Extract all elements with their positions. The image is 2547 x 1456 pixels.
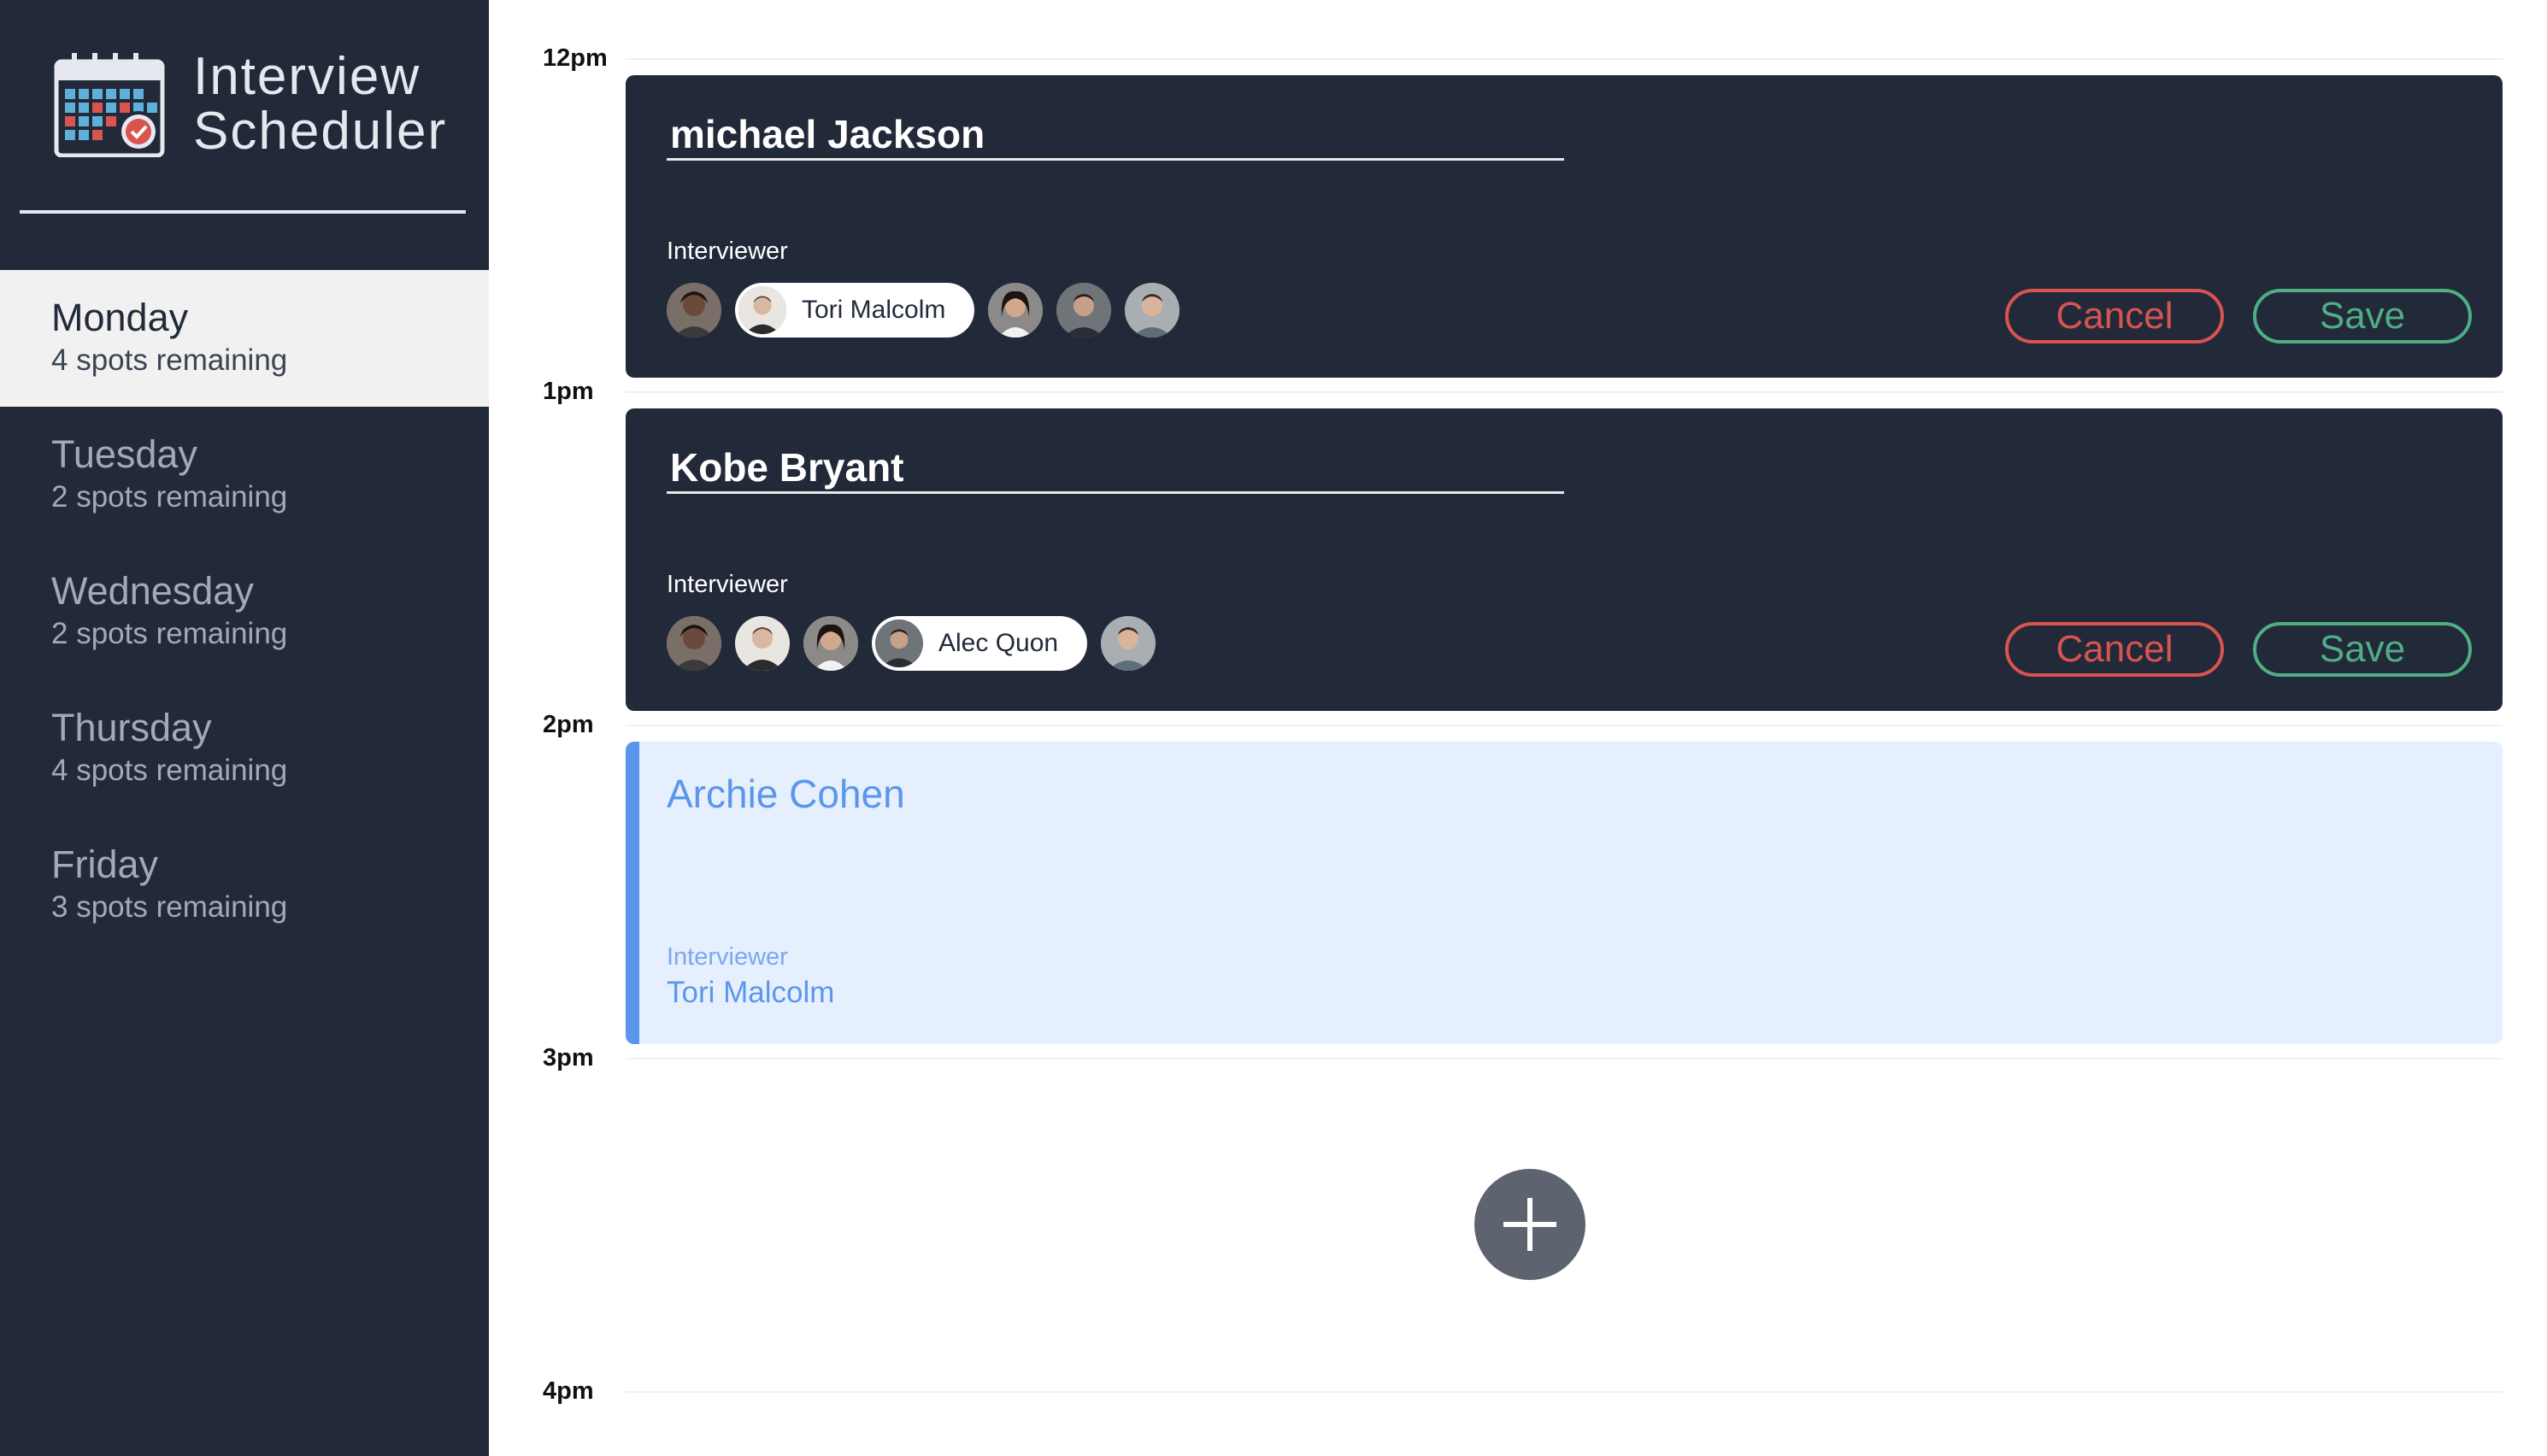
appointment-slot: 2pm Archie Cohen Interviewer Tori Malcol… (489, 666, 2547, 1044)
appointment-form: Interviewer Alec Quon (626, 408, 2503, 711)
day-item-monday[interactable]: Monday 4 spots remaining (0, 270, 489, 407)
slot-divider (626, 58, 2503, 60)
sidebar-divider (20, 210, 466, 214)
interviewer-avatar[interactable] (735, 616, 790, 671)
day-spots: 3 spots remaining (51, 890, 288, 924)
interviewer-avatar[interactable] (667, 283, 721, 338)
interviewer-avatar[interactable] (1101, 616, 1156, 671)
slot-divider (626, 1391, 2503, 1393)
day-spots: 2 spots remaining (51, 617, 288, 650)
day-item-thursday[interactable]: Thursday 4 spots remaining (0, 680, 489, 817)
day-spots: 4 spots remaining (51, 343, 288, 377)
appointment-card[interactable]: Archie Cohen Interviewer Tori Malcolm (626, 742, 2503, 1044)
day-item-wednesday[interactable]: Wednesday 2 spots remaining (0, 543, 489, 680)
app-title-line-1: Interview (193, 47, 421, 106)
interviewer-avatar[interactable] (667, 616, 721, 671)
interviewer-avatar[interactable] (803, 616, 858, 671)
interviewer-avatar (738, 286, 786, 334)
add-appointment-button[interactable] (1474, 1169, 1585, 1280)
day-item-tuesday[interactable]: Tuesday 2 spots remaining (0, 407, 489, 543)
interviewer-avatar[interactable] (1056, 283, 1112, 338)
interviewer-avatar[interactable] (988, 283, 1044, 338)
appointment-slot: 3pm (489, 1000, 2547, 1333)
interviewer-list: Tori Malcolm (667, 280, 1193, 340)
time-label: 12pm (543, 44, 608, 72)
calendar-check-icon (53, 50, 166, 158)
sidebar: Interview Scheduler Monday 4 spots remai… (0, 0, 489, 1456)
appointment-slot: 12pm Interviewer Tori Malcolm (489, 0, 2547, 378)
student-name-input[interactable] (667, 443, 1564, 494)
interviewer-selected-chip[interactable]: Tori Malcolm (735, 283, 975, 338)
appointment-form: Interviewer Tori Malcolm (626, 75, 2503, 378)
plus-icon (1503, 1198, 1556, 1251)
app-title: Interview Scheduler (193, 50, 447, 159)
slot-divider (626, 1058, 2503, 1060)
interviewer-avatar[interactable] (1125, 283, 1180, 338)
time-label: 2pm (543, 711, 594, 738)
time-label: 1pm (543, 378, 594, 405)
slot-divider (626, 725, 2503, 726)
day-spots: 4 spots remaining (51, 754, 288, 787)
appointment-slot: 4pm (489, 1333, 2547, 1456)
day-name: Monday (51, 296, 189, 339)
interviewer-label: Interviewer (667, 571, 788, 598)
interviewer-selected-name: Tori Malcolm (802, 296, 946, 324)
interviewer-selected-name: Alec Quon (938, 629, 1059, 657)
time-label: 4pm (543, 1377, 594, 1405)
day-name: Wednesday (51, 569, 254, 613)
day-name: Thursday (51, 706, 212, 749)
day-name: Friday (51, 842, 159, 886)
day-item-friday[interactable]: Friday 3 spots remaining (0, 817, 489, 954)
appointment-slot: 1pm Interviewer Alec Quon (489, 333, 2547, 711)
interviewer-selected-chip[interactable]: Alec Quon (872, 616, 1088, 671)
day-name: Tuesday (51, 432, 197, 476)
day-spots: 2 spots remaining (51, 480, 288, 514)
student-name-input[interactable] (667, 109, 1564, 161)
interviewer-list: Alec Quon (667, 614, 1169, 673)
interviewer-label: Interviewer (667, 943, 788, 971)
interviewer-label: Interviewer (667, 238, 788, 265)
student-name: Archie Cohen (667, 772, 905, 816)
schedule: 12pm Interviewer Tori Malcolm (489, 0, 2547, 1456)
day-list: Monday 4 spots remaining Tuesday 2 spots… (0, 270, 489, 954)
app-title-line-2: Scheduler (193, 102, 448, 161)
interviewer-avatar (875, 619, 923, 667)
slot-divider (626, 391, 2503, 393)
time-label: 3pm (543, 1044, 594, 1071)
